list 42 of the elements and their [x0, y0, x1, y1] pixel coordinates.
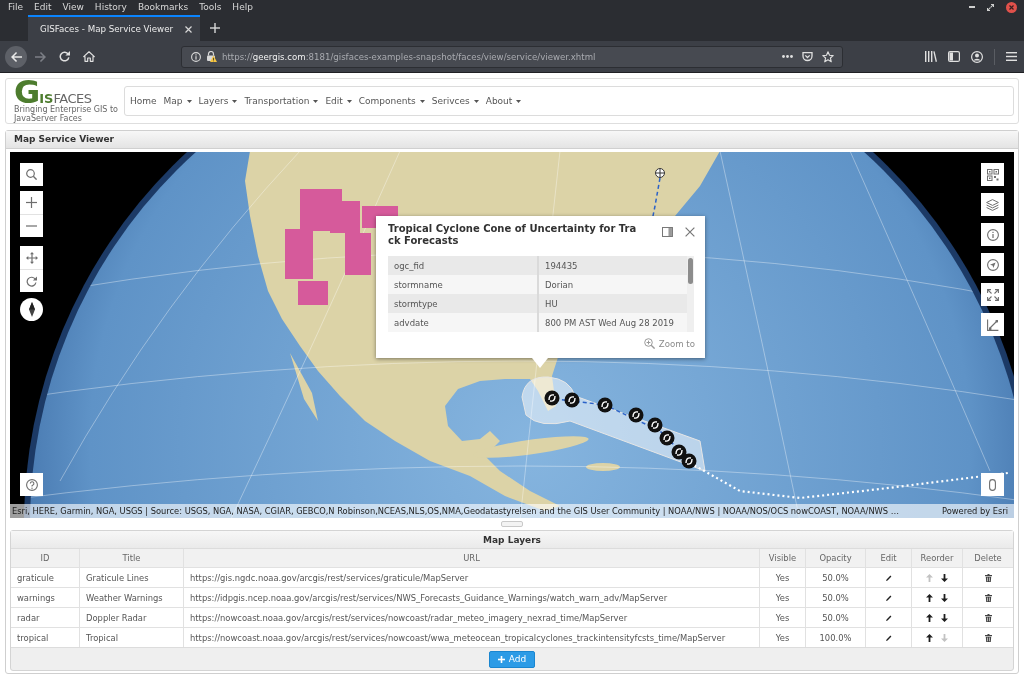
table-cell: https://gis.ngdc.noaa.gov/arcgis/rest/services/graticule/MapServer: [183, 567, 759, 587]
table-cell: Yes: [759, 607, 805, 627]
table-cell: https://nowcoast.noaa.gov/arcgis/rest/services/nowcoast/radar_meteo_imagery_nexrad_time/MapServer: [183, 607, 759, 627]
attribution-text: Esri, HERE, Garmin, NGA, USGS | Source: USGS, NGA, NASA, CGIAR, GEBCO,N Robinson,NCEAS,NLS,OS,NMA,Geodatastyrelsen and the GIS User Community | NOAA/NWS | NOAA/NOS/OCS nowCOAST, NOAA/NWS …: [12, 506, 899, 516]
column-header: ID: [11, 549, 79, 567]
table-cell: Tropical: [79, 627, 183, 647]
table-cell: https://idpgis.ncep.noaa.gov/arcgis/rest/services/NWS_Forecasts_Guidance_Warnings/watch_warn_adv/MapServer: [183, 587, 759, 607]
table-cell: radar: [11, 607, 79, 627]
column-header: Delete: [962, 549, 1013, 567]
table-cell: 100.0%: [805, 627, 865, 647]
panel-title: Map Service Viewer: [6, 131, 1018, 149]
table-cell: Graticule Lines: [79, 567, 183, 587]
table-cell: 50.0%: [805, 567, 865, 587]
logo-tagline: Bringing Enterprise GIS to JavaServer Faces: [14, 105, 119, 123]
field-value-cell: HU: [537, 294, 687, 313]
table-cell: 50.0%: [805, 587, 865, 607]
field-name-cell: advdate: [388, 313, 537, 332]
column-header: Edit: [865, 549, 911, 567]
logo-wordmark: GISFACES: [14, 79, 92, 105]
field-value-cell: Dorian: [537, 275, 687, 294]
field-name-cell: stormname: [388, 275, 537, 294]
table-cell: warnings: [11, 587, 79, 607]
table-cell: Weather Warnings: [79, 587, 183, 607]
table-cell: Yes: [759, 567, 805, 587]
field-name-cell: ogc_fid: [388, 256, 537, 275]
popup-title: Tropical Cyclone Cone of Uncertainty for Track Forecasts: [388, 223, 638, 247]
table-cell: graticule: [11, 567, 79, 587]
table-cell: Yes: [759, 627, 805, 647]
column-header: Title: [79, 549, 183, 567]
column-header: URL: [183, 549, 759, 567]
column-header: Opacity: [805, 549, 865, 567]
field-value-cell: 800 PM AST Wed Aug 28 2019: [537, 313, 687, 332]
field-name-cell: stormtype: [388, 294, 537, 313]
table-cell: tropical: [11, 627, 79, 647]
column-header: Visible: [759, 549, 805, 567]
table-cell: 50.0%: [805, 607, 865, 627]
table-caption: Map Layers: [11, 531, 1013, 548]
table-cell: https://nowcoast.noaa.gov/arcgis/rest/services/nowcoast/wwa_meteocean_tropicalcyclones_trackintensityfcsts_time/MapServer: [183, 627, 759, 647]
table-cell: Yes: [759, 587, 805, 607]
table-cell: Doppler Radar: [79, 607, 183, 627]
field-value-cell: 194435: [537, 256, 687, 275]
column-header: Reorder: [911, 549, 962, 567]
